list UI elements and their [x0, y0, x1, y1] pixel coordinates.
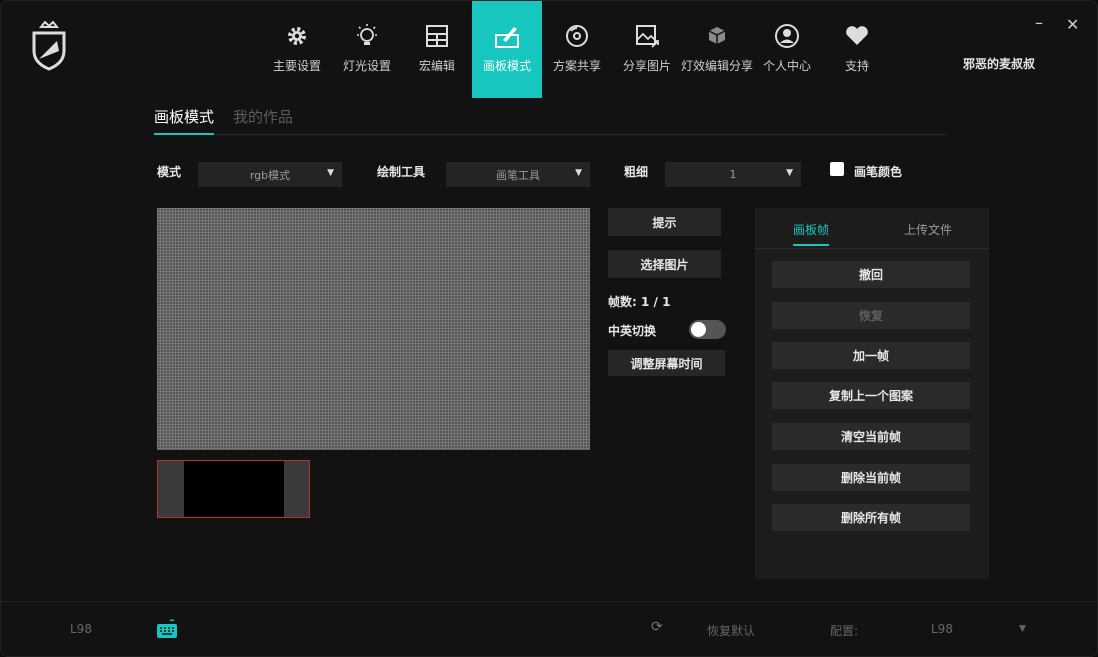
nav-item-light-settings[interactable]: 灯光设置: [332, 1, 402, 98]
brush-size-select-value: 1: [729, 168, 737, 181]
draw-tool-select[interactable]: 画笔工具 ▼: [446, 162, 590, 187]
nav-item-label: 方案共享: [552, 59, 601, 73]
device-name: L98: [70, 622, 92, 636]
hint-button[interactable]: 提示: [608, 208, 721, 236]
dropdown-arrow-icon: ▼: [786, 168, 793, 178]
frame-panel: 画板帧 上传文件 撤回 恢复 加一帧 复制上一个图案 清空当前帧 删除当前帧 删…: [755, 208, 989, 579]
paint-icon: [495, 27, 519, 48]
nav-item-label: 灯光设置: [342, 59, 391, 73]
main-nav: 主要设置 灯光设置 宏编辑 画板模式 方案共享 分享图片 灯效编辑分享 个人中心…: [262, 1, 892, 98]
nav-item-paint-mode[interactable]: 画板模式: [472, 1, 542, 98]
select-image-button[interactable]: 选择图片: [608, 250, 721, 278]
tab-paint-mode[interactable]: 画板模式: [154, 106, 215, 135]
minimize-icon[interactable]: –: [1035, 13, 1043, 32]
refresh-icon[interactable]: ⟳: [651, 619, 663, 635]
nav-item-personal-center[interactable]: 个人中心: [752, 1, 822, 98]
nav-item-label: 个人中心: [762, 59, 811, 73]
nav-item-light-effect-share[interactable]: 灯效编辑分享: [681, 1, 754, 98]
dropdown-arrow-icon: ▼: [327, 168, 334, 178]
mode-label: 模式: [157, 165, 182, 179]
draw-tool-select-value: 画笔工具: [496, 168, 540, 182]
dropdown-arrow-icon: ▼: [575, 168, 582, 178]
nav-item-label: 宏编辑: [418, 59, 455, 73]
delete-current-frame-button[interactable]: 删除当前帧: [772, 464, 970, 491]
delete-all-frames-button[interactable]: 删除所有帧: [772, 504, 970, 531]
cube-icon: [708, 27, 726, 44]
shield-crown-logo-icon: [32, 21, 66, 71]
frame-count: 帧数: 1 / 1: [608, 295, 671, 309]
chevron-down-icon[interactable]: ▼: [1019, 624, 1026, 634]
nav-item-label: 画板模式: [482, 59, 531, 73]
frame-thumbnail[interactable]: [157, 460, 310, 518]
disc-icon: [566, 25, 588, 47]
nav-item-share-image[interactable]: 分享图片: [612, 1, 682, 98]
mode-select[interactable]: rgb模式 ▼: [198, 162, 342, 187]
user-icon: [775, 24, 799, 48]
tab-upload-file[interactable]: 上传文件: [904, 221, 952, 238]
nav-item-label: 灯效编辑分享: [681, 59, 754, 73]
username[interactable]: 邪恶的麦叔叔: [963, 55, 1035, 72]
nav-item-label: 分享图片: [622, 59, 671, 73]
image-share-icon: [636, 25, 659, 48]
close-icon[interactable]: ✕: [1066, 15, 1079, 34]
copy-previous-pattern-button[interactable]: 复制上一个图案: [772, 382, 970, 409]
tab-my-works[interactable]: 我的作品: [233, 106, 293, 133]
brush-size-select[interactable]: 1 ▼: [665, 162, 801, 187]
heart-icon: [846, 26, 868, 45]
footer-bar: L98 ⟳ 恢复默认 配置: L98 ▼: [1, 601, 1097, 656]
nav-item-label: 主要设置: [272, 59, 321, 73]
lang-toggle-switch[interactable]: [689, 320, 726, 339]
top-bar: 主要设置 灯光设置 宏编辑 画板模式 方案共享 分享图片 灯效编辑分享 个人中心…: [1, 1, 1097, 99]
clear-current-frame-button[interactable]: 清空当前帧: [772, 423, 970, 450]
nav-item-support[interactable]: 支持: [822, 1, 892, 98]
nav-item-scheme-share[interactable]: 方案共享: [542, 1, 612, 98]
brush-size-label: 粗细: [624, 165, 649, 179]
nav-item-main-settings[interactable]: 主要设置: [262, 1, 332, 98]
gear-icon: [288, 27, 306, 45]
nav-item-macro-edit[interactable]: 宏编辑: [402, 1, 472, 98]
config-label: 配置:: [830, 624, 859, 638]
content-tabs: 画板模式 我的作品: [154, 106, 946, 135]
mode-select-value: rgb模式: [249, 168, 291, 182]
bulb-icon: [357, 24, 377, 45]
keyboard-icon[interactable]: [156, 619, 178, 639]
add-frame-button[interactable]: 加一帧: [772, 342, 970, 369]
grid-icon: [426, 25, 448, 47]
panel-divider: [755, 248, 989, 249]
adjust-screen-time-button[interactable]: 调整屏幕时间: [608, 350, 725, 376]
config-select-value[interactable]: L98: [931, 622, 953, 636]
drawing-canvas[interactable]: [157, 208, 590, 450]
brush-color-label: 画笔颜色: [854, 165, 903, 179]
brush-color-checkbox[interactable]: [830, 162, 844, 176]
nav-item-label: 支持: [844, 59, 869, 73]
lang-toggle-label: 中英切换: [608, 324, 657, 338]
tab-frames[interactable]: 画板帧: [793, 221, 830, 246]
toggle-knob: [691, 322, 706, 337]
frame-thumbnail-preview: [184, 461, 284, 517]
app-window: 主要设置 灯光设置 宏编辑 画板模式 方案共享 分享图片 灯效编辑分享 个人中心…: [0, 0, 1098, 657]
redo-button[interactable]: 恢复: [772, 302, 970, 329]
restore-default-button[interactable]: 恢复默认: [707, 622, 755, 639]
undo-button[interactable]: 撤回: [772, 261, 970, 288]
draw-tool-label: 绘制工具: [377, 165, 426, 179]
